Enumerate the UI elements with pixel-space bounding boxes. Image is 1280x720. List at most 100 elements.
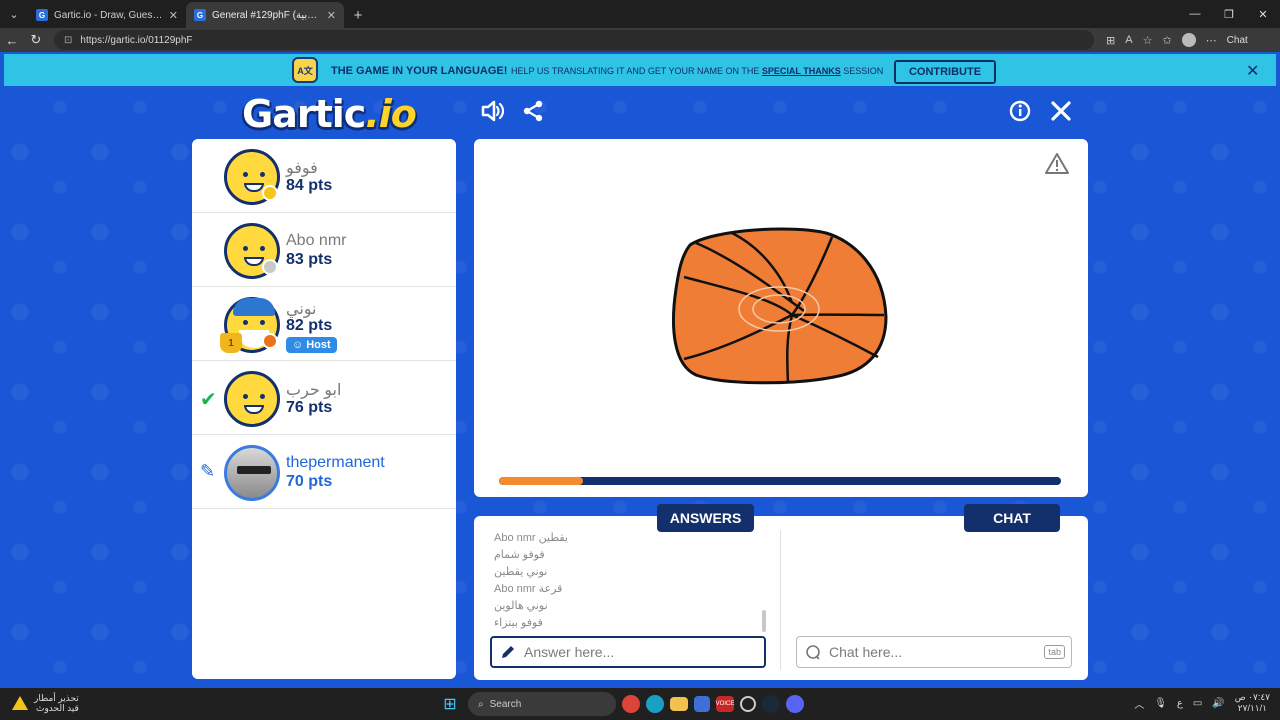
banner-text: HELP US TRANSLATING IT AND GET YOUR NAME… (511, 66, 883, 76)
banner-text-suffix: SESSION (843, 66, 884, 76)
tab-title: Gartic.io - Draw, Guess, WIN (54, 9, 163, 21)
gartic-favicon-icon: G (36, 9, 48, 21)
microphone-icon[interactable]: 🎙 (1154, 698, 1167, 709)
browser-tab-2[interactable]: G General #129phF (العربية) - Gartic.io … (186, 2, 344, 28)
player-points: 82 pts (286, 317, 333, 334)
maximize-icon[interactable]: ❐ (1212, 0, 1246, 28)
chat-field[interactable]: tab (796, 636, 1072, 668)
app-available-icon[interactable]: ⊞ (1106, 34, 1115, 47)
more-icon[interactable]: ⋯ (1206, 34, 1217, 47)
profile-avatar[interactable] (1181, 33, 1196, 47)
answer-item: Abo nmr يقطين (494, 532, 568, 544)
gartic-logo: Gartic.io (242, 92, 417, 136)
host-icon: ☺ (292, 339, 304, 351)
player-avatar (224, 445, 280, 501)
contribute-button[interactable]: CONTRIBUTE (894, 60, 996, 84)
drawing-canvas[interactable]: Gartic (474, 139, 1088, 497)
pencil-icon (502, 646, 514, 658)
chrome-icon[interactable] (622, 695, 640, 713)
translation-banner: A文 THE GAME IN YOUR LANGUAGE! HELP US TR… (4, 54, 1276, 86)
clock-date: ٢٧/١١/١ (1237, 703, 1267, 713)
player-status-dot (262, 333, 278, 349)
player-name: Abo nmr (286, 232, 347, 249)
guessed-check-icon: ✔ (200, 389, 217, 411)
discord-icon[interactable] (786, 695, 804, 713)
answer-item: نوني هالوين (494, 600, 548, 612)
player-name: ابو حرب (286, 382, 342, 399)
back-icon[interactable]: ← (0, 28, 24, 52)
refresh-icon[interactable]: ↻ (24, 28, 48, 52)
language-indicator[interactable]: ع (1177, 698, 1183, 709)
answer-item: Abo nmr قرعة (494, 583, 563, 595)
new-tab-button[interactable]: + (344, 2, 372, 28)
url-text: https://gartic.io/01129phF (80, 34, 193, 46)
taskbar-search[interactable]: ⌕ Search (468, 692, 616, 716)
player-row[interactable]: 1 نوني 82 pts ☺ Host (192, 287, 456, 361)
windows-start-icon[interactable]: ⊞ (438, 692, 462, 716)
read-aloud-icon[interactable]: A (1125, 34, 1132, 46)
close-tab-icon[interactable]: ✕ (327, 9, 336, 22)
steam-icon[interactable] (762, 695, 780, 713)
answers-scrollbar[interactable] (762, 610, 766, 632)
player-row[interactable]: ✎ thepermanent 70 pts (192, 435, 456, 509)
player-row[interactable]: ✔ ابو حرب 76 pts (192, 361, 456, 435)
banner-title: THE GAME IN YOUR LANGUAGE! (331, 65, 508, 77)
answers-tab[interactable]: ANSWERS (657, 504, 754, 532)
system-tray: ︿ 🎙 ع ▭ 🔊 ٠٧:٤٧ ص ٢٧/١١/١ (1134, 692, 1270, 714)
sound-icon[interactable] (478, 96, 508, 126)
favorite-star-icon[interactable]: ☆ (1143, 34, 1153, 47)
players-panel: فوفو 84 pts Abo nmr 83 pts 1 نوني 82 pts ☺ Host ✔… (192, 139, 456, 679)
player-row[interactable]: فوفو 84 pts (192, 139, 456, 213)
info-icon[interactable] (1005, 96, 1035, 126)
player-points: 84 pts (286, 177, 333, 194)
copilot-chat-button[interactable]: Chat (242, 34, 1248, 82)
panel-divider (780, 530, 781, 670)
chat-bubble-icon (806, 645, 820, 660)
share-icon[interactable] (518, 96, 548, 126)
exit-icon[interactable] (1046, 96, 1076, 126)
drawing: Gartic (671, 227, 888, 385)
answer-input[interactable] (524, 644, 724, 660)
url-field[interactable]: ⊡ https://gartic.io/01129phF (54, 30, 1094, 50)
tray-chevron-icon[interactable]: ︿ (1134, 696, 1144, 711)
network-icon[interactable]: ▭ (1193, 698, 1202, 709)
address-bar: ← ↻ ⊡ https://gartic.io/01129phF ⊞ A ☆ ✩… (0, 28, 1280, 82)
special-thanks-link[interactable]: SPECIAL THANKS (762, 66, 841, 76)
round-timer-fill (499, 477, 584, 485)
chat-input[interactable] (829, 644, 1029, 660)
player-row[interactable]: Abo nmr 83 pts (192, 213, 456, 287)
close-tab-icon[interactable]: ✕ (169, 9, 178, 22)
edge-icon[interactable] (646, 695, 664, 713)
answers-list: Abo nmr يقطين فوفو شمام نوني يقطين Abo n… (494, 530, 764, 632)
close-window-icon[interactable]: ✕ (1246, 0, 1280, 28)
windows-taskbar: تحذير أمطار قيد الحدوث ⊞ ⌕ Search VOICE … (0, 688, 1280, 720)
player-avatar (224, 371, 280, 427)
file-explorer-icon[interactable] (670, 697, 688, 711)
player-status-dot (262, 185, 278, 201)
app-icon[interactable] (740, 696, 756, 712)
player-points: 83 pts (286, 251, 333, 268)
player-name: نوني (286, 301, 317, 318)
chat-tab[interactable]: CHAT (964, 504, 1060, 532)
browser-tab-1[interactable]: G Gartic.io - Draw, Guess, WIN ✕ (28, 2, 186, 28)
player-name: فوفو (286, 160, 318, 177)
clock-time: ٠٧:٤٧ ص (1234, 692, 1270, 702)
tab-title: General #129phF (العربية) - Gartic.io (212, 9, 321, 21)
player-points: 70 pts (286, 473, 333, 490)
favorites-icon[interactable]: ✩ (1162, 34, 1171, 47)
voicemeeter-icon[interactable]: VOICE (716, 696, 734, 712)
logo-main: Gartic (242, 92, 366, 136)
site-info-icon[interactable]: ⊡ (64, 35, 72, 46)
chat-label: Chat (1226, 34, 1248, 46)
weather-line2: قيد الحدوث (35, 703, 79, 713)
answer-field[interactable] (490, 636, 766, 668)
minimize-icon[interactable]: — (1178, 0, 1212, 28)
clock[interactable]: ٠٧:٤٧ ص ٢٧/١١/١ (1235, 692, 1270, 714)
weather-line1: تحذير أمطار (34, 693, 79, 703)
close-banner-icon[interactable]: ✕ (1246, 61, 1259, 81)
tab-actions-icon[interactable]: ⌄ (0, 0, 28, 28)
weather-widget[interactable]: تحذير أمطار قيد الحدوث (12, 693, 79, 713)
store-icon[interactable] (694, 696, 710, 712)
volume-icon[interactable]: 🔊 (1212, 698, 1224, 709)
search-label: Search (489, 698, 522, 710)
